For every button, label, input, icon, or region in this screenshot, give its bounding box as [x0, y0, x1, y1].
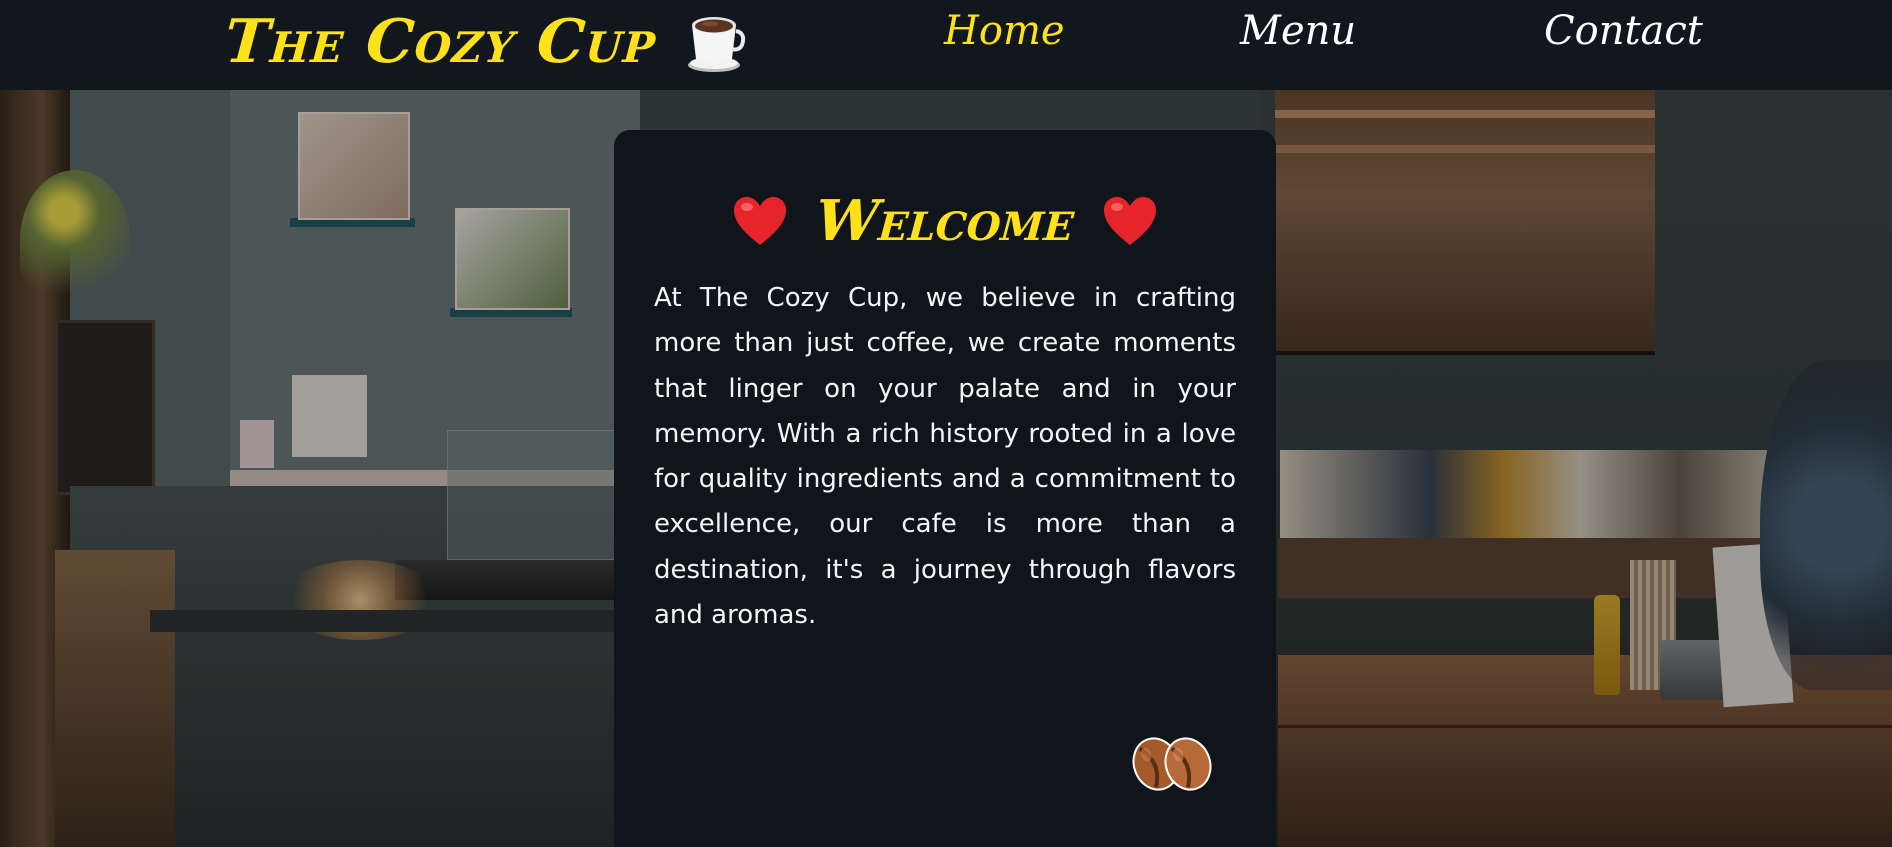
- coffee-beans-icon: [1132, 737, 1212, 791]
- welcome-heading: Welcome: [614, 188, 1276, 254]
- red-heart-icon: [1103, 197, 1156, 245]
- brand-title[interactable]: The Cozy Cup: [223, 7, 659, 77]
- coffee-cup-icon: [688, 17, 746, 72]
- nav-link-home[interactable]: Home: [944, 8, 1065, 54]
- brand[interactable]: The Cozy Cup: [223, 6, 746, 78]
- nav-link-contact[interactable]: Contact: [1544, 8, 1703, 54]
- welcome-card: Welcome At The Cozy Cup, we believe in c…: [614, 130, 1276, 847]
- welcome-title: Welcome: [813, 188, 1077, 254]
- red-heart-icon: [734, 197, 787, 245]
- site-header: The Cozy Cup Home Menu Contact: [0, 0, 1892, 90]
- nav-link-menu[interactable]: Menu: [1240, 8, 1356, 54]
- welcome-body: At The Cozy Cup, we believe in crafting …: [654, 283, 1236, 631]
